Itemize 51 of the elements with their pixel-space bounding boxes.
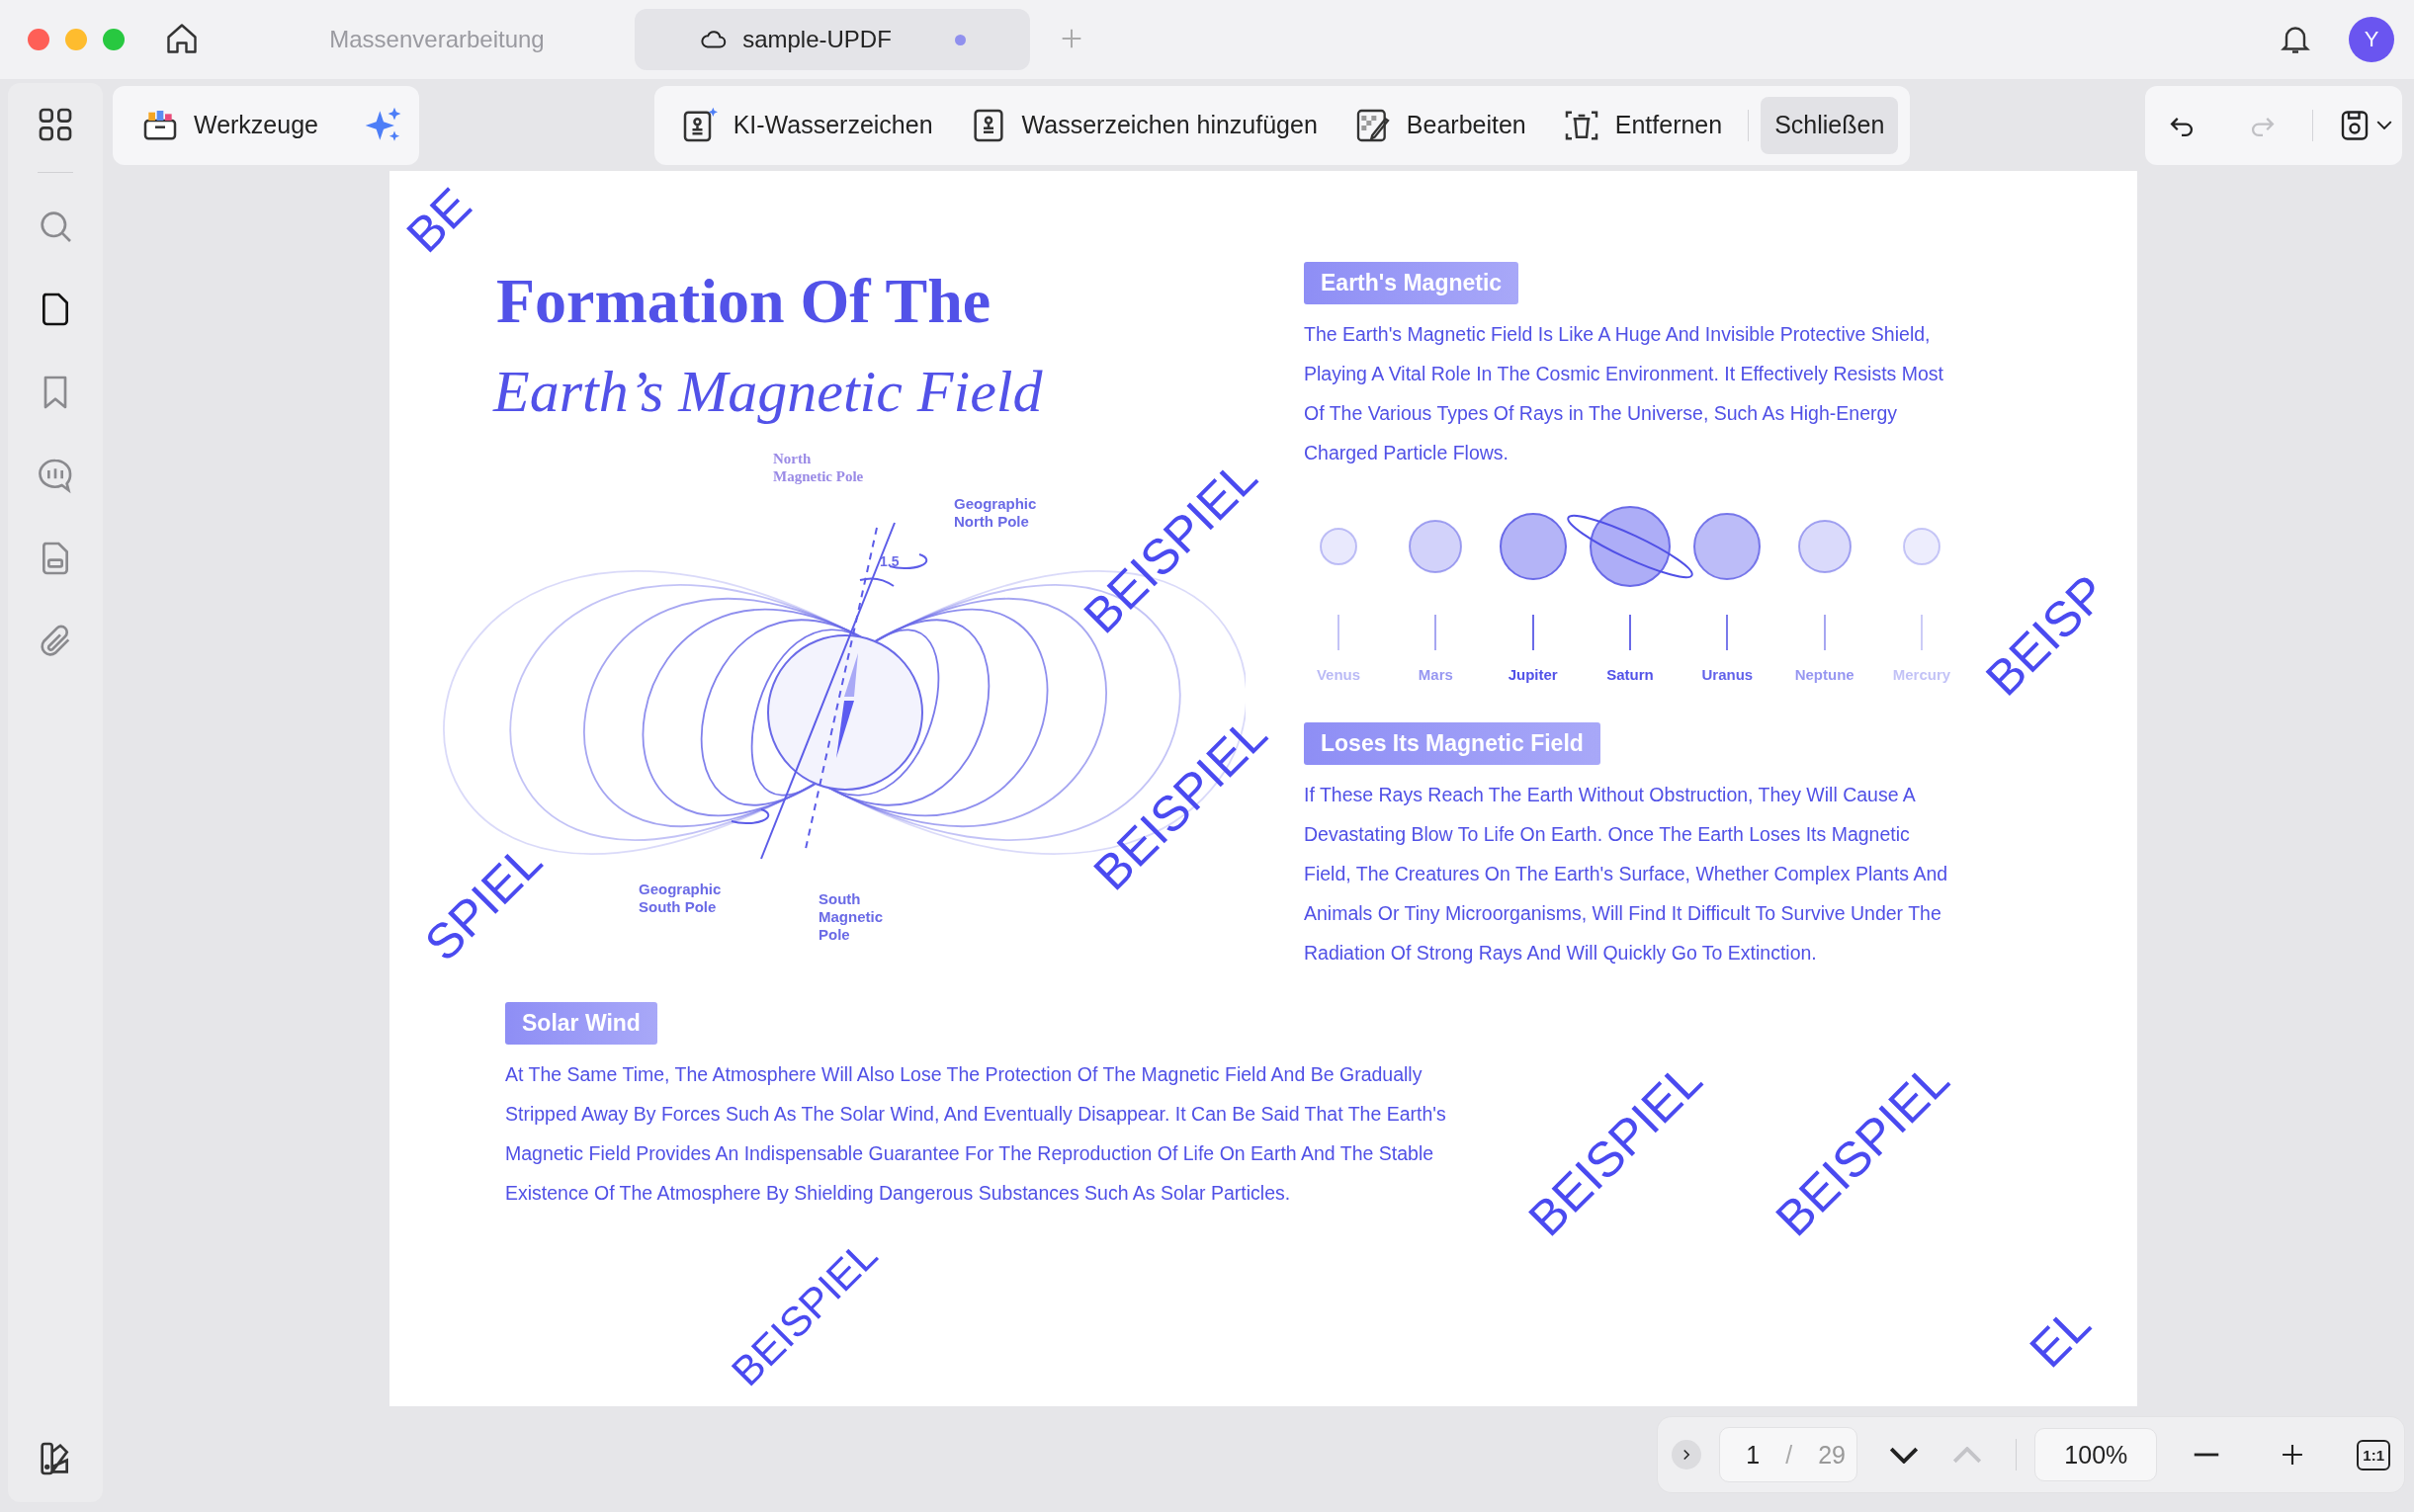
paragraph: If These Rays Reach The Earth Without Obstruction, They Will Cause A Devastating Blow To Life On Earth. Once The Earth Loses Its Magnetic Field, The Creatures On The Earth's Surface, Whether Complex Plants And Animals Or Tiny Microorganisms, Will Find It Difficult To Survive Under The Radiation Of Strong Rays And Will Quickly Go To Extinction.: [1304, 783, 1949, 966]
paragraph: The Earth's Magnetic Field Is Like A Huge And Invisible Protective Shield, Playing A Vital Role In The Cosmic Environment. It Effectively Resists Most Of The Various Types Of Rays in The Universe, Such As High-Energy Charged Particle Flows.: [1304, 322, 1945, 465]
toolbar-button[interactable]: Entfernen: [1547, 96, 1737, 154]
planet-label: Neptune: [1794, 666, 1854, 683]
toolbar-button[interactable]: Schließen: [1761, 96, 1899, 154]
watermark-text: BE: [397, 179, 480, 262]
pole-label: North Magnetic Pole: [773, 451, 864, 484]
zoom-out-button[interactable]: [2193, 1453, 2221, 1457]
close-window-button[interactable]: [28, 29, 49, 50]
document-title: Formation Of The: [496, 265, 991, 338]
pole-label: South Magnetic Pole: [819, 890, 883, 943]
planet-icon: [1319, 527, 1358, 566]
section-heading: Earth's Magnetic: [1304, 262, 1519, 304]
planet-icon: [1498, 512, 1568, 581]
watermark-text: EL: [2021, 1298, 2100, 1377]
actual-size-button[interactable]: 1:1: [2357, 1439, 2390, 1470]
planet-icon: [1796, 519, 1853, 574]
planet-label: Uranus: [1701, 666, 1754, 683]
toolbar-button[interactable]: KI-Wasserzeichen: [665, 96, 947, 154]
maximize-window-button[interactable]: [103, 29, 125, 50]
paragraph: At The Same Time, The Atmosphere Will Also Lose The Protection Of The Magnetic Field And Be Gradually Stripped Away By Forces Such As The Solar Wind, And Eventually Disappear. It Can Be Said That The Earth's Magnetic Field Provides An Indispensable Guarantee For The Reproduction Of Life On Earth And The Stable Existence Of The Atmosphere By Shielding Dangerous Substances Such As Solar Particles.: [505, 1062, 1447, 1206]
chevron-down-icon: [1889, 1446, 1920, 1464]
angle-label: 1.5: [880, 553, 900, 569]
section-heading: Loses Its Magnetic Field: [1304, 722, 1600, 765]
section-heading: Solar Wind: [505, 1002, 657, 1045]
minus-icon: [2193, 1453, 2221, 1457]
planet-icon: [1408, 519, 1464, 574]
planet-label: Saturn: [1606, 666, 1654, 683]
toolbar-button[interactable]: Wasserzeichen hinzufügen: [954, 96, 1332, 154]
planet-label: Mercury: [1892, 666, 1951, 683]
page-count: 29: [1818, 1440, 1846, 1470]
document-subtitle: Earth’s Magnetic Field: [493, 358, 1043, 426]
chevron-up-icon: [1952, 1446, 1983, 1464]
zoom-field[interactable]: 100%: [2034, 1428, 2158, 1481]
planet-label: Jupiter: [1508, 666, 1558, 683]
next-page-button[interactable]: [1889, 1446, 1920, 1464]
document-tab[interactable]: sample-UPDF: [635, 9, 1030, 70]
page-number-field[interactable]: 1 / 29: [1719, 1427, 1858, 1482]
planet-icon: [1692, 512, 1763, 581]
planet-label: Mars: [1418, 666, 1453, 683]
planet-icon: [1901, 527, 1941, 566]
toolbar-button[interactable]: Bearbeiten: [1338, 96, 1540, 154]
caret-icon: [2376, 121, 2392, 129]
pole-label: Geographic South Pole: [639, 881, 722, 915]
planet-label: Venus: [1316, 666, 1361, 683]
pole-label: Geographic North Pole: [954, 495, 1037, 530]
minimize-window-button[interactable]: [65, 29, 87, 50]
user-avatar[interactable]: Y: [2349, 17, 2394, 62]
current-page: 1: [1746, 1440, 1761, 1470]
expand-button[interactable]: [1672, 1440, 1702, 1470]
page-separator: /: [1785, 1440, 1793, 1470]
